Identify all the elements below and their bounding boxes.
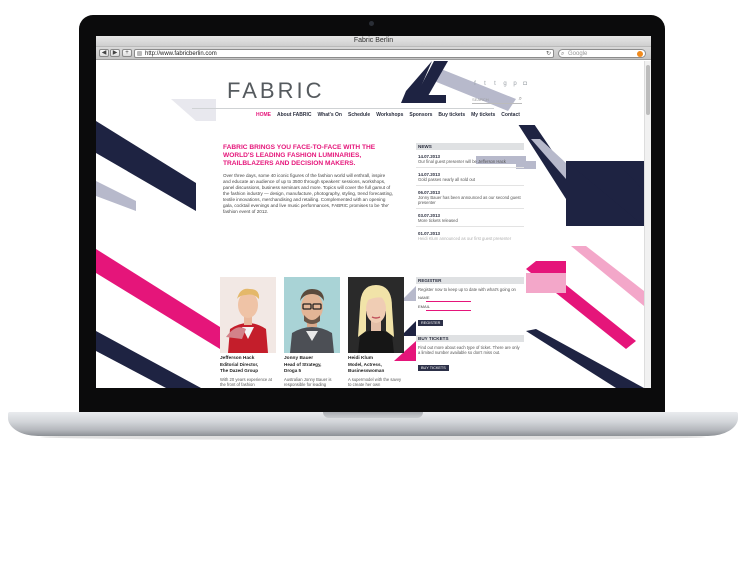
name-field[interactable] [426,301,471,302]
nav-workshops[interactable]: Workshops [376,112,403,118]
register-button[interactable]: REGISTER [418,320,444,326]
register-panel: REGISTER Register now to keep up to date… [416,277,524,329]
speaker-bio: With 20 years experience at the front of… [220,377,272,387]
nav-schedule[interactable]: Schedule [348,112,370,118]
laptop-notch [323,412,423,418]
screen: Fabric Berlin ◀ ▶ + http://www.fabricber… [96,36,651,388]
speaker-company: The Dazed Group [220,368,259,373]
news-divider [416,226,524,227]
site-logo[interactable]: FABRIC [227,78,324,104]
reload-icon[interactable]: ↻ [546,50,551,58]
browser-toolbar: ◀ ▶ + http://www.fabricberlin.com ↻ ⌕ Go… [96,47,651,60]
window-titlebar: Fabric Berlin [96,36,651,47]
buy-tickets-heading: BUY TICKETS [416,335,524,342]
speaker-company: Businesswoman [348,368,385,373]
scroll-thumb[interactable] [646,65,650,115]
tumblr-icon[interactable]: t [492,81,498,88]
nav-home[interactable]: HOME [256,112,271,118]
page-scrollbar[interactable] [644,61,651,388]
nav-contact[interactable]: Contact [501,112,520,118]
address-bar[interactable]: http://www.fabricberlin.com ↻ [134,49,554,58]
back-button[interactable]: ◀ [99,49,109,57]
rss-icon[interactable] [637,51,643,57]
news-panel: NEWS 14.07.2013 Our final guest presente… [416,143,524,241]
speaker-photo [220,277,276,353]
news-text: Gold passes nearly all sold out [418,177,476,182]
search-icon: ⌕ [561,51,565,57]
social-links: f t t g p ◘ [472,81,528,88]
buy-tickets-panel: BUY TICKETS Find out more about each typ… [416,335,524,374]
search-placeholder: Google [568,51,588,57]
speaker-card[interactable]: Jonny Bauer Head of Strategy, Droga 5 Au… [284,277,340,387]
window-title: Fabric Berlin [353,37,394,44]
pinterest-icon[interactable]: p [512,81,518,88]
favicon-icon [137,51,142,56]
nav-buy-tickets[interactable]: Buy tickets [438,112,465,118]
speaker-company: Droga 5 [284,368,302,373]
site-search-label: SEARCH [472,97,489,102]
email-label: EMAIL [418,304,431,309]
news-item[interactable]: 14.07.2013 Our final guest presenter wil… [416,154,524,168]
register-text: Register now to keep up to date with wha… [418,287,516,292]
news-text: Heidi Klum announced as our first guest … [418,236,512,241]
news-divider [416,185,524,186]
speaker-photo [284,277,340,353]
magnifier-icon[interactable]: ⌕ [519,95,522,104]
nav-whats-on[interactable]: What's On [317,112,342,118]
nav-about[interactable]: About FABRIC [277,112,311,118]
buy-tickets-text: Find out more about each type of ticket.… [418,345,520,355]
news-divider [416,167,524,168]
twitter-icon[interactable]: t [482,81,488,88]
buy-tickets-button[interactable]: BUY TICKETS [418,365,449,371]
speaker-card[interactable]: Heidi Klum Model, Actress, Businesswoman… [348,277,404,387]
web-page: FABRIC f t t g p ◘ SEARCH ⌕ HOME About F… [96,61,644,388]
news-text: Jonny Bauer has been announced as our se… [418,195,521,205]
add-bookmark-button[interactable]: + [122,49,132,57]
page-headline: FABRIC BRINGS YOU FACE-TO-FACE WITH THE … [223,144,376,167]
nav-sponsors[interactable]: Sponsors [409,112,432,118]
nav-my-tickets[interactable]: My tickets [471,112,495,118]
speaker-bio: A supermodel with the savvy to create he… [348,377,402,387]
google-plus-icon[interactable]: g [502,81,508,88]
forward-button[interactable]: ▶ [110,49,120,57]
email-field[interactable] [426,310,471,311]
speaker-card[interactable]: Jefferson Hack Editorial Director, The D… [220,277,276,387]
browser-search-input[interactable]: ⌕ Google [558,49,646,58]
instagram-icon[interactable]: ◘ [522,81,528,88]
news-heading: NEWS [416,143,524,150]
register-heading: REGISTER [416,277,524,284]
main-nav: HOME About FABRIC What's On Schedule Wor… [256,112,520,118]
nav-divider [192,108,494,109]
news-item[interactable]: 06.07.2013 Jonny Bauer has been announce… [416,190,524,209]
news-text: Our final guest presenter will be Jeffer… [418,159,506,164]
speakers-row: Jefferson Hack Editorial Director, The D… [220,277,404,387]
speaker-photo [348,277,404,353]
facebook-icon[interactable]: f [472,81,478,88]
news-item[interactable]: 01.07.2013 Heidi Klum announced as our f… [416,231,524,241]
name-label: NAME [418,295,430,300]
news-text: More tickets released [418,218,458,223]
news-divider [416,208,524,209]
news-item[interactable]: 03.07.2013 More tickets released [416,213,524,227]
camera-icon [369,21,374,26]
site-search-input[interactable]: SEARCH ⌕ [472,95,522,104]
url-text: http://www.fabricberlin.com [145,51,217,57]
speaker-bio: Australian Jonny Bauer is responsible fo… [284,377,332,387]
news-item[interactable]: 14.07.2013 Gold passes nearly all sold o… [416,172,524,186]
intro-paragraph: Over three days, some 40 iconic figures … [223,173,393,214]
